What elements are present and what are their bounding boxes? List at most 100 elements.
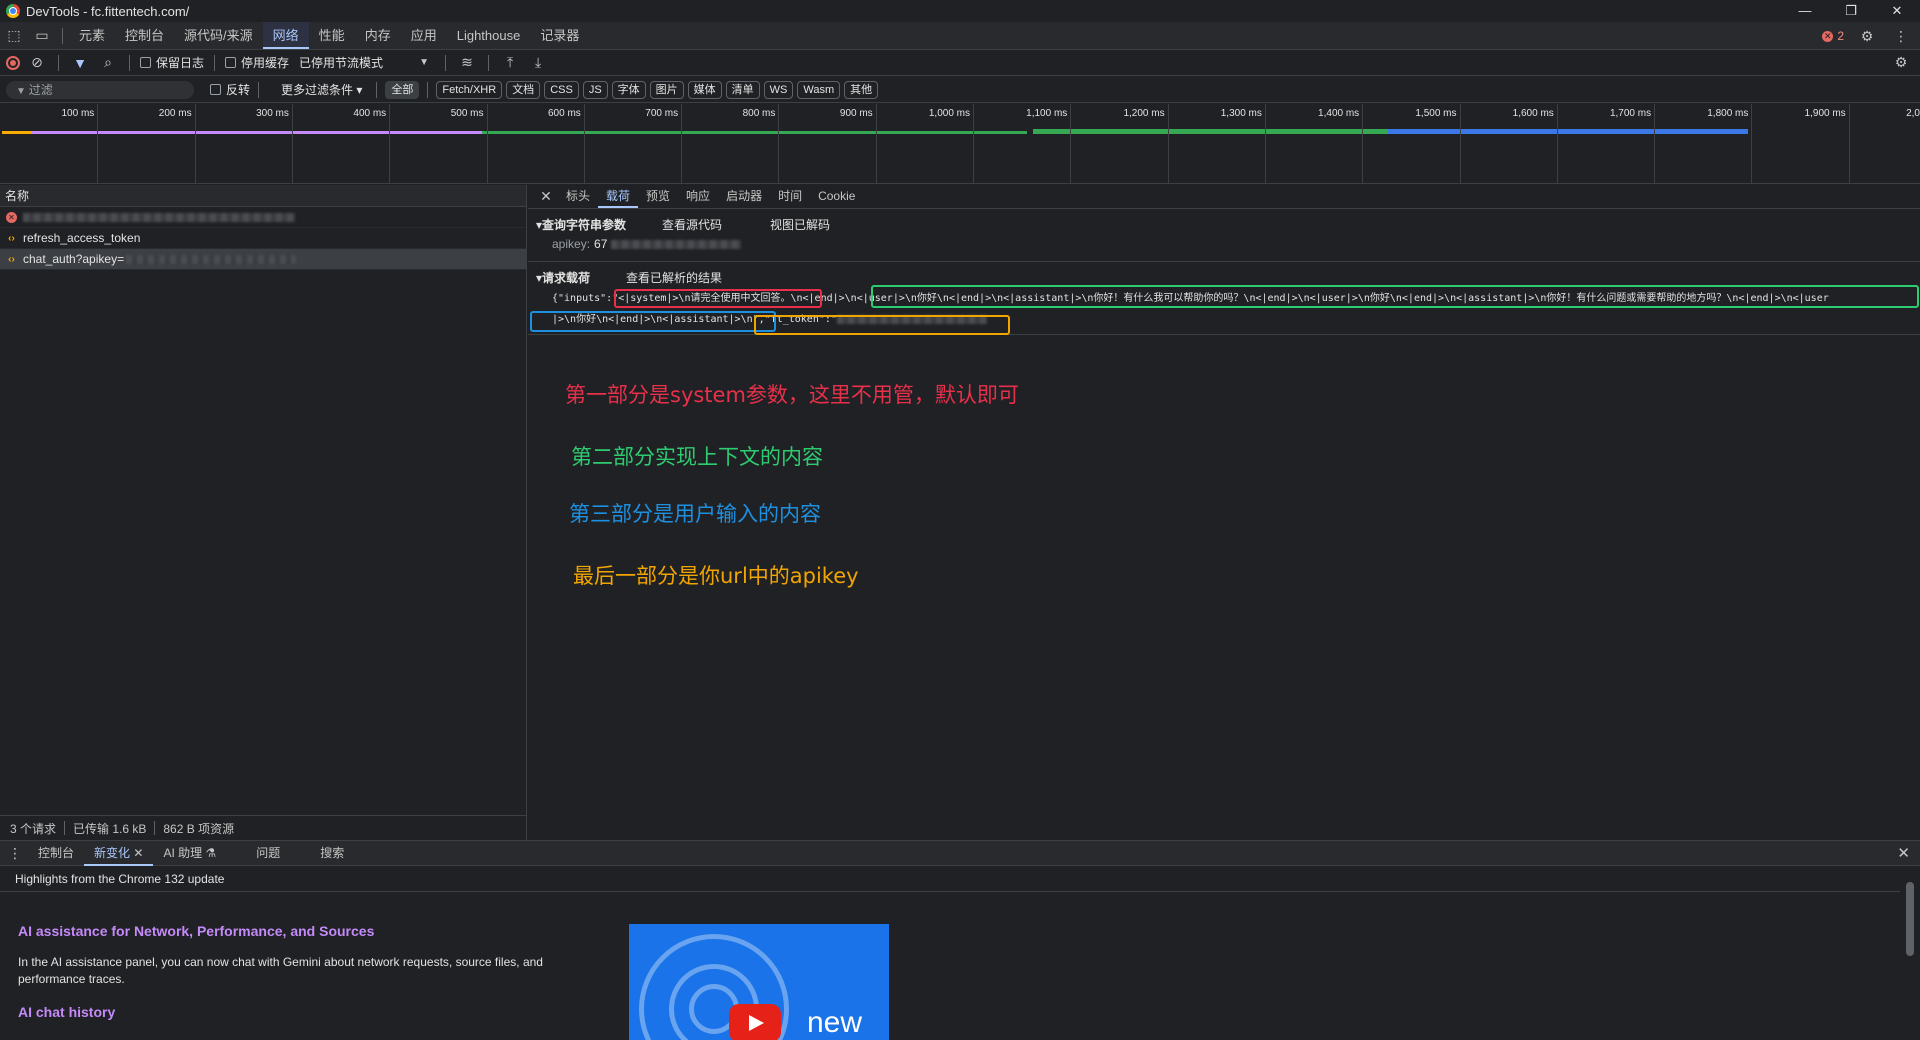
filter-doc[interactable]: 文档 bbox=[506, 80, 541, 99]
window-title: DevTools - fc.fittentech.com/ bbox=[26, 3, 190, 19]
timeline-tick-label: 1,200 ms bbox=[1123, 108, 1165, 119]
drawer-menu-icon[interactable]: ⋮ bbox=[8, 845, 28, 862]
settings-gear-icon[interactable]: ⚙ bbox=[1856, 28, 1878, 45]
filter-js[interactable]: JS bbox=[582, 80, 608, 99]
filter-img[interactable]: 图片 bbox=[649, 80, 684, 99]
drawer-tab-issues[interactable]: 问题 bbox=[246, 841, 290, 866]
timeline-overview[interactable]: 100 ms 200 ms 300 ms 400 ms 500 ms 600 ms 700 … bbox=[0, 104, 1920, 184]
tab-payload[interactable]: 载荷 bbox=[598, 185, 639, 208]
timeline-gridline bbox=[1167, 104, 1169, 183]
tab-recorder[interactable]: 记录器 bbox=[530, 22, 589, 49]
request-row-chat-auth[interactable]: ‹› chat_auth?apikey= bbox=[0, 249, 526, 270]
drawer-tab-whats-new[interactable]: 新变化 ✕ bbox=[84, 841, 154, 866]
close-drawer-icon[interactable]: ✕ bbox=[1897, 841, 1910, 867]
import-har-icon[interactable]: ⤒ bbox=[499, 54, 521, 71]
search-icon[interactable]: ⌕ bbox=[97, 54, 119, 71]
throttling-select[interactable]: 已停用节流模式 bbox=[299, 54, 383, 71]
filter-all[interactable]: 全部 bbox=[385, 80, 420, 99]
timeline-gridline bbox=[1459, 104, 1461, 183]
invert-checkbox[interactable]: 反转 bbox=[210, 81, 250, 98]
restore-button[interactable]: ❐ bbox=[1828, 0, 1874, 22]
error-count-badge[interactable]: ✕ 2 bbox=[1822, 29, 1844, 43]
preserve-log-checkbox[interactable]: 保留日志 bbox=[140, 54, 204, 71]
tab-application[interactable]: 应用 bbox=[401, 22, 447, 49]
filter-font[interactable]: 字体 bbox=[611, 80, 646, 99]
more-options-icon[interactable]: ⋮ bbox=[1890, 28, 1912, 45]
network-conditions-icon[interactable]: ≋ bbox=[456, 54, 478, 71]
export-har-icon[interactable]: ⤓ bbox=[527, 54, 549, 71]
tab-lighthouse[interactable]: Lighthouse bbox=[447, 22, 531, 49]
filter-wasm[interactable]: Wasm bbox=[797, 80, 841, 99]
whats-new-scrollbar[interactable] bbox=[1900, 866, 1920, 1040]
video-thumbnail[interactable]: new bbox=[629, 924, 889, 1040]
request-row-refresh-token[interactable]: ‹› refresh_access_token bbox=[0, 228, 526, 249]
filter-css[interactable]: CSS bbox=[544, 80, 579, 99]
tab-elements[interactable]: 元素 bbox=[69, 22, 115, 49]
tab-console[interactable]: 控制台 bbox=[115, 22, 174, 49]
highlight-system-part bbox=[614, 289, 822, 308]
inspect-element-icon[interactable]: ⬚ bbox=[0, 27, 28, 44]
filter-media[interactable]: 媒体 bbox=[687, 80, 722, 99]
filter-fetch-xhr[interactable]: Fetch/XHR bbox=[436, 80, 503, 99]
tab-network[interactable]: 网络 bbox=[262, 22, 309, 49]
timeline-gridline bbox=[486, 104, 488, 183]
scrollbar-thumb[interactable] bbox=[1906, 882, 1914, 956]
timeline-gridline bbox=[1848, 104, 1850, 183]
request-row-error[interactable]: ✕ bbox=[0, 207, 526, 228]
tab-cookies[interactable]: Cookie bbox=[810, 185, 863, 208]
name-column-header[interactable]: 名称 bbox=[0, 185, 526, 207]
disable-cache-checkbox[interactable]: 停用缓存 bbox=[225, 54, 289, 71]
query-params-header[interactable]: ▾查询字符串参数 查看源代码 视图已解码 bbox=[528, 213, 1920, 235]
network-settings-icon[interactable]: ⚙ bbox=[1890, 54, 1912, 71]
panel-tabs-bar: ⬚ ▭ 元素 控制台 源代码/来源 网络 性能 内存 应用 Lighthouse… bbox=[0, 22, 1920, 50]
feature-heading-ai-assistance[interactable]: AI assistance for Network, Performance, … bbox=[18, 923, 374, 939]
filter-input[interactable]: ▼ 过滤 bbox=[6, 80, 194, 99]
feature-description: In the AI assistance panel, you can now … bbox=[18, 955, 543, 986]
feature-heading-ai-chat-history[interactable]: AI chat history bbox=[18, 1004, 115, 1020]
drawer-tab-console[interactable]: 控制台 bbox=[28, 841, 84, 866]
filter-icon[interactable]: ▼ bbox=[69, 55, 91, 71]
tab-response[interactable]: 响应 bbox=[678, 185, 718, 208]
tab-performance[interactable]: 性能 bbox=[309, 22, 355, 49]
timeline-tick-label: 600 ms bbox=[548, 108, 581, 119]
timeline-gridline bbox=[875, 104, 877, 183]
xhr-icon: ‹› bbox=[8, 253, 15, 265]
filter-manifest[interactable]: 清单 bbox=[725, 80, 760, 99]
clear-icon[interactable]: ⊘ bbox=[26, 54, 48, 71]
annotation-user-input: 第三部分是用户输入的内容 bbox=[569, 502, 821, 526]
network-toolbar: ⊘ ▼ ⌕ 保留日志 停用缓存 已停用节流模式 ▼ ≋ ⤒ ⤓ ⚙ bbox=[0, 50, 1920, 76]
minimize-button[interactable]: — bbox=[1782, 0, 1828, 22]
resources-size: 862 B 项资源 bbox=[163, 821, 235, 836]
timeline-bar-waiting bbox=[2, 131, 32, 134]
tab-preview[interactable]: 预览 bbox=[638, 185, 678, 208]
timeline-bar-mid bbox=[482, 131, 1027, 134]
timeline-bar-early bbox=[32, 131, 482, 134]
timeline-tick-label: 800 ms bbox=[742, 108, 776, 119]
timeline-gridline bbox=[194, 104, 196, 183]
chevron-down-icon[interactable]: ▼ bbox=[413, 57, 435, 68]
filter-other[interactable]: 其他 bbox=[844, 80, 879, 99]
tab-headers[interactable]: 标头 bbox=[558, 185, 598, 208]
tab-sources[interactable]: 源代码/来源 bbox=[174, 22, 263, 49]
view-parsed-link[interactable]: 查看已解析的结果 bbox=[626, 269, 722, 286]
drawer-tab-ai-assistant[interactable]: AI 助理 ⚗ bbox=[153, 841, 226, 866]
close-tab-icon[interactable]: ✕ bbox=[133, 846, 143, 860]
tab-memory[interactable]: 内存 bbox=[355, 22, 401, 49]
filter-bar: ▼ 过滤 反转 更多过滤条件 ▾ 全部 Fetch/XHR 文档 CSS JS … bbox=[0, 77, 1920, 103]
tab-initiator[interactable]: 启动器 bbox=[718, 185, 770, 208]
view-source-link[interactable]: 查看源代码 bbox=[662, 216, 722, 233]
close-detail-icon[interactable]: ✕ bbox=[534, 188, 558, 205]
more-filters-dropdown[interactable]: 更多过滤条件 ▾ bbox=[281, 81, 362, 98]
tab-timing[interactable]: 时间 bbox=[770, 185, 810, 208]
filter-ws[interactable]: WS bbox=[763, 80, 794, 99]
device-toolbar-icon[interactable]: ▭ bbox=[28, 27, 56, 44]
timeline-gridline bbox=[389, 104, 391, 183]
whats-new-header: Highlights from the Chrome 132 update bbox=[0, 866, 1900, 892]
timeline-gridline bbox=[583, 104, 585, 183]
stop-recording-button[interactable] bbox=[6, 55, 20, 70]
timeline-tick-label: 1,900 ms bbox=[1804, 108, 1846, 119]
close-window-button[interactable]: ✕ bbox=[1874, 0, 1920, 22]
play-video-icon[interactable] bbox=[729, 1004, 781, 1040]
view-decoded-link[interactable]: 视图已解码 bbox=[770, 216, 830, 233]
drawer-tab-search[interactable]: 搜索 bbox=[310, 841, 354, 866]
